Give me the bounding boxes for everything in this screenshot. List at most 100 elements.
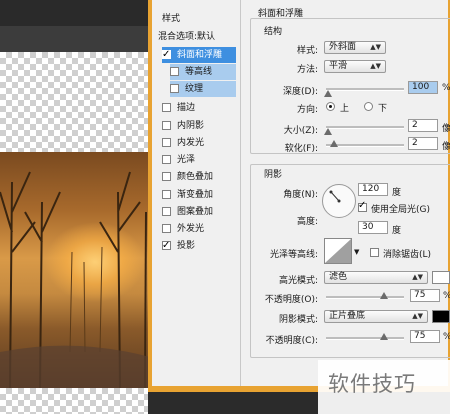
direction-label: 方向: <box>296 105 318 115</box>
size-unit: 像 <box>442 124 450 134</box>
style-item-inner-shadow[interactable]: 内阴影 <box>162 118 236 134</box>
style-label: 样式: <box>296 46 318 56</box>
style-item-label: 投影 <box>177 241 196 251</box>
style-item-label: 内发光 <box>177 138 205 148</box>
style-dropdown-value: 外斜面 <box>329 42 357 52</box>
pattern-overlay-checkbox[interactable] <box>162 207 171 216</box>
style-item-drop-shadow[interactable]: 投影 <box>162 238 236 254</box>
soften-slider-thumb[interactable] <box>330 140 338 147</box>
gloss-contour-swatch[interactable] <box>324 238 352 264</box>
anti-alias-label: 消除锯齿(L) <box>383 250 432 260</box>
size-label: 大小(Z): <box>283 126 318 136</box>
style-item-stroke[interactable]: 描边 <box>162 100 236 116</box>
technique-label: 方法: <box>296 65 318 75</box>
direction-down-radio[interactable] <box>364 102 373 111</box>
shadow-opacity-input[interactable]: 75 <box>410 330 440 343</box>
style-item-color-overlay[interactable]: 颜色叠加 <box>162 169 236 185</box>
options-bar <box>0 26 148 52</box>
contour-checkbox[interactable] <box>170 67 179 76</box>
depth-unit: % <box>442 83 450 93</box>
style-item-label: 斜面和浮雕 <box>177 50 223 60</box>
transparent-background-bottom <box>0 388 148 414</box>
gradient-overlay-checkbox[interactable] <box>162 190 171 199</box>
style-item-label: 等高线 <box>185 67 213 77</box>
shadow-color-swatch[interactable] <box>432 310 450 323</box>
bevel-emboss-checkbox[interactable] <box>162 47 171 63</box>
style-item-label: 光泽 <box>177 155 196 165</box>
angle-dial[interactable] <box>322 184 356 218</box>
inner-shadow-checkbox[interactable] <box>162 121 171 130</box>
angle-input[interactable]: 120 <box>358 183 388 196</box>
depth-slider-track[interactable] <box>326 88 404 91</box>
technique-dropdown-value: 平滑 <box>329 61 348 71</box>
dropdown-arrow-icon: ▲▼ <box>412 312 423 320</box>
depth-label: 深度(D): <box>283 87 318 97</box>
altitude-input[interactable]: 30 <box>358 221 388 234</box>
texture-checkbox[interactable] <box>170 84 179 93</box>
shadow-opacity-unit: % <box>443 332 450 342</box>
style-item-label: 渐变叠加 <box>177 190 214 200</box>
stroke-checkbox[interactable] <box>162 103 171 112</box>
style-item-texture[interactable]: 纹理 <box>170 81 236 97</box>
highlight-opacity-slider-thumb[interactable] <box>380 292 388 299</box>
highlight-mode-dropdown[interactable]: 滤色 ▲▼ <box>324 271 428 284</box>
shadow-mode-dropdown[interactable]: 正片叠底 ▲▼ <box>324 310 428 323</box>
color-overlay-checkbox[interactable] <box>162 172 171 181</box>
style-item-label: 图案叠加 <box>177 207 214 217</box>
style-dropdown[interactable]: 外斜面 ▲▼ <box>324 41 386 54</box>
highlight-color-swatch[interactable] <box>432 271 450 284</box>
dropdown-arrow-icon: ▲▼ <box>370 62 381 70</box>
drop-shadow-checkbox[interactable] <box>162 238 171 254</box>
direction-up-label: 上 <box>340 104 350 114</box>
style-item-satin[interactable]: 光泽 <box>162 152 236 168</box>
document-title-bar <box>0 0 148 26</box>
style-item-label: 内阴影 <box>177 121 205 131</box>
styles-list: 样式 混合选项:默认 斜面和浮雕 等高线 纹理 描边 内阴影 内发光 光泽 颜色… <box>152 0 241 386</box>
dropdown-arrow-icon: ▲▼ <box>412 273 423 281</box>
soften-input[interactable]: 2 <box>408 137 438 150</box>
contour-dropdown-arrow-icon[interactable]: ▼ <box>354 248 359 256</box>
highlight-mode-value: 滤色 <box>329 272 348 282</box>
highlight-mode-label: 高光模式: <box>278 276 318 286</box>
direction-up-radio[interactable] <box>326 102 335 111</box>
styles-header[interactable]: 样式 <box>162 11 180 24</box>
blend-options-item[interactable]: 混合选项:默认 <box>158 29 215 42</box>
highlight-opacity-unit: % <box>443 291 450 301</box>
highlight-opacity-input[interactable]: 75 <box>410 289 440 302</box>
soften-unit: 像 <box>442 142 450 152</box>
style-item-inner-glow[interactable]: 内发光 <box>162 135 236 151</box>
shading-title: 阴影 <box>264 170 283 180</box>
size-input[interactable]: 2 <box>408 119 438 132</box>
shadow-mode-label: 阴影模式: <box>278 315 318 325</box>
global-light-checkbox[interactable] <box>358 200 367 212</box>
inner-glow-checkbox[interactable] <box>162 138 171 147</box>
direction-down-label: 下 <box>378 104 388 114</box>
depth-slider-thumb[interactable] <box>324 90 332 97</box>
watermark: 软件技巧 <box>318 360 450 414</box>
depth-input[interactable]: 100 <box>408 81 438 94</box>
angle-label: 角度(N): <box>283 190 318 200</box>
angle-unit: 度 <box>392 188 402 198</box>
technique-dropdown[interactable]: 平滑 ▲▼ <box>324 60 386 73</box>
dropdown-arrow-icon: ▲▼ <box>370 43 381 51</box>
size-slider-track[interactable] <box>326 126 404 129</box>
style-item-bevel-emboss[interactable]: 斜面和浮雕 <box>162 47 236 63</box>
satin-checkbox[interactable] <box>162 155 171 164</box>
style-item-gradient-overlay[interactable]: 渐变叠加 <box>162 187 236 203</box>
global-light-label: 使用全局光(G) <box>371 205 430 215</box>
watermark-text: 软件技巧 <box>328 372 416 396</box>
shadow-opacity-slider-thumb[interactable] <box>380 333 388 340</box>
shadow-opacity-label: 不透明度(C): <box>265 336 318 346</box>
style-item-pattern-overlay[interactable]: 图案叠加 <box>162 204 236 220</box>
soften-label: 软化(F): <box>284 144 318 154</box>
altitude-unit: 度 <box>392 226 402 236</box>
size-slider-thumb[interactable] <box>324 128 332 135</box>
transparent-background <box>0 52 148 152</box>
outer-glow-checkbox[interactable] <box>162 224 171 233</box>
style-item-contour[interactable]: 等高线 <box>170 64 236 80</box>
style-item-outer-glow[interactable]: 外发光 <box>162 221 236 237</box>
shadow-opacity-slider-track[interactable] <box>326 337 404 340</box>
autumn-forest-photo <box>0 152 148 388</box>
highlight-opacity-slider-track[interactable] <box>326 296 404 299</box>
anti-alias-checkbox[interactable] <box>370 248 379 257</box>
